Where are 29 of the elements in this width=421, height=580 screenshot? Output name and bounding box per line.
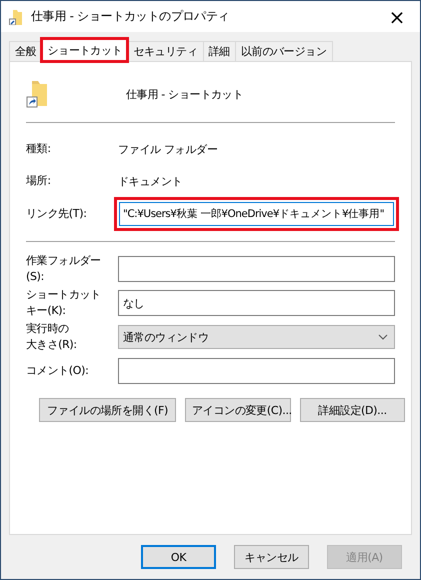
tab[interactable]: 以前のバージョン (234, 41, 333, 62)
field-label: コメント(O): (26, 363, 89, 379)
field-label: キー(K): (26, 303, 66, 319)
target-field[interactable]: "C:¥Users¥秋葉 一郎¥OneDrive¥ドキュメント¥仕事用" (114, 197, 399, 231)
dialog-button[interactable]: OK (141, 545, 216, 569)
input-field[interactable] (118, 358, 395, 384)
chevron-down-icon (378, 334, 388, 340)
shortcut-name: 仕事用 - ショートカット (126, 86, 244, 102)
field-value: ドキュメント (118, 174, 184, 188)
field-label: ショートカット (26, 287, 101, 303)
input-field[interactable] (118, 256, 395, 282)
tab[interactable]: 全般 (9, 41, 42, 62)
field-label: 場所: (26, 173, 52, 189)
action-button[interactable]: 詳細設定(D)... (300, 398, 405, 422)
field-value: ファイル フォルダー (118, 142, 218, 156)
window-title: 仕事用 - ショートカットのプロパティ (31, 8, 230, 25)
action-button[interactable]: ファイルの場所を開く(F) (39, 398, 176, 422)
dropdown[interactable]: 通常のウィンドウ (118, 325, 395, 349)
folder-shortcut-icon (9, 8, 23, 24)
field-label: 実行時の (26, 321, 69, 337)
field-label: 大きさ(R): (26, 337, 77, 353)
input-field[interactable]: なし (118, 290, 395, 316)
tab[interactable]: ショートカット (41, 38, 128, 62)
folder-shortcut-icon (26, 79, 48, 109)
action-button[interactable]: アイコンの変更(C)... (185, 398, 291, 422)
dialog-button[interactable]: キャンセル (234, 545, 309, 569)
field-label: 作業フォルダー(S): (26, 253, 102, 285)
field-label: リンク先(T): (26, 206, 88, 222)
field-label: 種類: (26, 141, 52, 157)
